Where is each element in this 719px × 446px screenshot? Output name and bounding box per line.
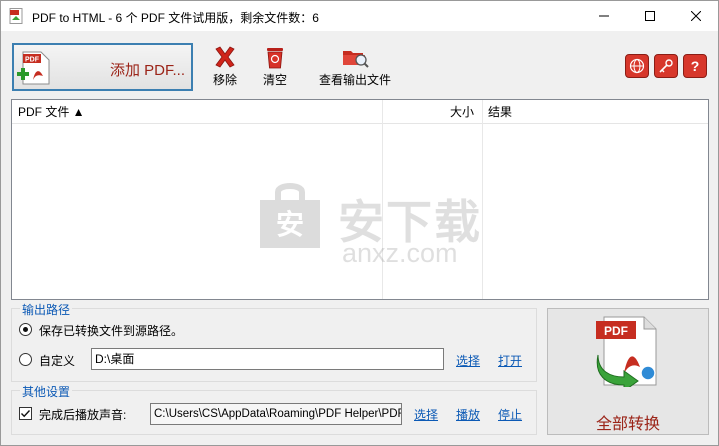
custom-path-input[interactable]: D:\桌面 (91, 348, 444, 370)
help-button[interactable]: ? (683, 54, 707, 78)
window-title: PDF to HTML - 6 个 PDF 文件试用版，剩余文件数：6 (32, 11, 319, 25)
view-output-button[interactable]: 查看输出文件 (312, 45, 398, 88)
column-divider (482, 100, 483, 299)
folder-search-icon (343, 51, 369, 68)
convert-all-button[interactable]: PDF 全部转换 (547, 308, 709, 435)
custom-path-label[interactable]: 自定义 (39, 352, 75, 369)
svg-text:PDF: PDF (25, 57, 40, 64)
maximize-button[interactable] (627, 1, 673, 31)
sound-path-input[interactable]: C:\Users\CS\AppData\Roaming\PDF Helper\P… (150, 403, 402, 425)
pdf-file-list[interactable]: PDF 文件 ▲ 大小 结果 安 安下载 anxz.com (11, 99, 709, 300)
play-sound-checkbox[interactable] (19, 407, 32, 420)
file-list-header: PDF 文件 ▲ 大小 结果 (12, 100, 708, 124)
website-button[interactable] (625, 54, 649, 78)
help-icon: ? (691, 58, 700, 74)
save-to-source-radio[interactable] (19, 323, 32, 336)
remove-label: 移除 (212, 73, 237, 87)
checkmark-icon (21, 410, 31, 418)
other-settings-legend: 其他设置 (20, 383, 73, 400)
clear-button[interactable]: 清空 (257, 45, 293, 88)
globe-icon (629, 58, 645, 74)
view-output-label: 查看输出文件 (318, 73, 391, 87)
title-bar: PDF to HTML - 6 个 PDF 文件试用版，剩余文件数：6 (1, 1, 718, 31)
watermark-sub-text: anxz.com (342, 238, 458, 268)
output-select-link[interactable]: 选择 (456, 352, 480, 369)
convert-all-label: 全部转换 (595, 416, 660, 433)
sound-play-link[interactable]: 播放 (456, 406, 480, 423)
custom-path-radio[interactable] (19, 353, 32, 366)
sound-select-link[interactable]: 选择 (414, 406, 438, 423)
maximize-icon (645, 11, 655, 21)
app-window: PDF to HTML - 6 个 PDF 文件试用版，剩余文件数：6 PDF … (0, 0, 719, 446)
app-icon (9, 8, 23, 24)
key-icon (659, 59, 673, 73)
output-path-legend: 输出路径 (20, 301, 73, 318)
sound-stop-link[interactable]: 停止 (498, 406, 522, 423)
clear-label: 清空 (262, 73, 287, 87)
column-header-result[interactable]: 结果 (486, 100, 512, 124)
watermark: 安 安下载 anxz.com (250, 180, 480, 268)
save-to-source-label[interactable]: 保存已转换文件到源路径。 (39, 322, 183, 339)
watermark-shield-icon: 安 (260, 183, 320, 248)
close-icon (691, 11, 701, 21)
convert-pdf-icon: PDF (596, 316, 657, 387)
close-button[interactable] (673, 1, 719, 31)
output-path-group: 输出路径 (11, 301, 537, 382)
add-pdf-button[interactable]: PDF 添加 PDF... (12, 43, 193, 91)
add-pdf-label: 添加 PDF... (110, 62, 186, 79)
minimize-button[interactable] (581, 1, 627, 31)
register-button[interactable] (654, 54, 678, 78)
remove-x-icon (215, 46, 235, 68)
trash-icon (267, 48, 283, 69)
remove-button[interactable]: 移除 (205, 45, 245, 88)
add-pdf-icon: PDF (17, 51, 50, 85)
output-open-link[interactable]: 打开 (498, 352, 522, 369)
column-header-size[interactable]: 大小 (384, 100, 480, 124)
play-sound-label[interactable]: 完成后播放声音: (39, 406, 126, 423)
minimize-icon (599, 15, 609, 17)
svg-text:?: ? (691, 58, 700, 74)
svg-text:PDF: PDF (604, 324, 628, 338)
svg-text:安: 安 (276, 208, 304, 241)
column-header-pdf-file[interactable]: PDF 文件 ▲ (18, 100, 85, 124)
